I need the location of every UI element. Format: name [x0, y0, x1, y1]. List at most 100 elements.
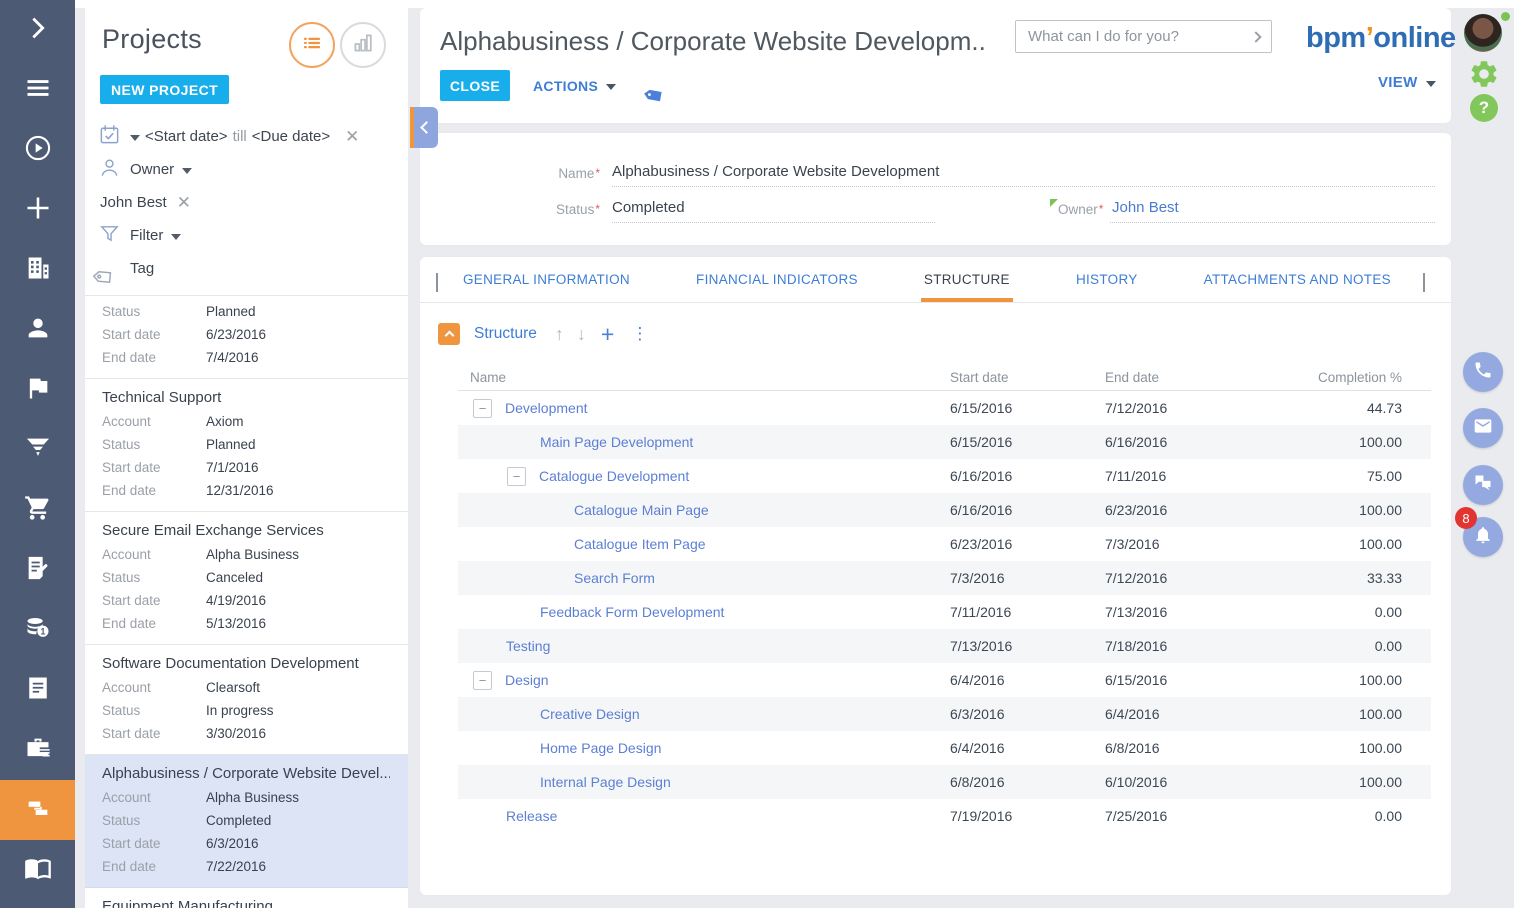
move-up-button[interactable]: ↑: [555, 324, 564, 345]
task-name-link[interactable]: Internal Page Design: [540, 774, 671, 790]
task-name-link[interactable]: Home Page Design: [540, 740, 661, 756]
view-button[interactable]: VIEW: [1378, 74, 1436, 91]
sidebar-item-leads[interactable]: [0, 420, 75, 480]
task-name-link[interactable]: Testing: [506, 638, 550, 654]
tabs-scroll-left-button[interactable]: [436, 273, 438, 291]
sidebar-item-orders[interactable]: [0, 480, 75, 540]
more-options-button[interactable]: ⋮: [631, 324, 648, 344]
table-row[interactable]: −Catalogue Development6/16/20167/11/2016…: [458, 459, 1431, 493]
new-project-button[interactable]: NEW PROJECT: [100, 75, 229, 104]
tab-general-information[interactable]: GENERAL INFORMATION: [463, 257, 630, 302]
chat-button[interactable]: [1463, 465, 1503, 505]
table-row[interactable]: Catalogue Main Page6/16/20166/23/2016100…: [458, 493, 1431, 527]
list-item[interactable]: Software Documentation DevelopmentAccoun…: [85, 645, 408, 755]
collapse-section-button[interactable]: [438, 323, 460, 345]
move-down-button[interactable]: ↓: [577, 324, 586, 345]
actions-button[interactable]: ACTIONS: [533, 70, 616, 101]
close-button[interactable]: CLOSE: [440, 70, 510, 101]
start-date-cell: 6/15/2016: [950, 400, 1105, 416]
field-value: 6/23/2016: [206, 323, 266, 346]
start-date-cell: 7/13/2016: [950, 638, 1105, 654]
name-field-value[interactable]: Alphabusiness / Corporate Website Develo…: [612, 163, 939, 180]
structure-section-header: Structure ↑ ↓ + ⋮: [438, 323, 648, 345]
tab-attachments-and-notes[interactable]: ATTACHMENTS AND NOTES: [1204, 257, 1391, 302]
collapse-row-button[interactable]: −: [507, 467, 526, 486]
date-range-filter[interactable]: <Start date> till <Due date> ✕: [98, 120, 390, 153]
help-button[interactable]: ?: [1470, 94, 1498, 122]
sidebar-item-invoices[interactable]: 1: [0, 600, 75, 660]
structure-table: Name Start date End date Completion % −D…: [458, 365, 1431, 833]
filter-label: Filter: [130, 227, 163, 244]
table-row[interactable]: Feedback Form Development7/11/20167/13/2…: [458, 595, 1431, 629]
sidebar-item-knowledge-base[interactable]: [0, 840, 75, 900]
sidebar-item-expand[interactable]: [0, 0, 75, 60]
search-submit-button[interactable]: [1241, 33, 1271, 41]
list-item[interactable]: Equipment ManufacturingAccountAxiomStatu…: [85, 888, 408, 908]
task-name-link[interactable]: Feedback Form Development: [540, 604, 724, 620]
clear-owner-filter-icon[interactable]: ✕: [177, 193, 191, 213]
sidebar-item-process[interactable]: [0, 120, 75, 180]
task-name-link[interactable]: Release: [506, 808, 557, 824]
tab-structure[interactable]: STRUCTURE: [924, 257, 1010, 302]
table-row[interactable]: Catalogue Item Page6/23/20167/3/2016100.…: [458, 527, 1431, 561]
tag-button[interactable]: [648, 75, 671, 103]
task-name-link[interactable]: Catalogue Main Page: [574, 502, 709, 518]
tab-history[interactable]: HISTORY: [1076, 257, 1138, 302]
email-button[interactable]: [1463, 408, 1503, 448]
user-avatar[interactable]: [1464, 14, 1502, 52]
list-item[interactable]: Technical SupportAccountAxiomStatusPlann…: [85, 379, 408, 512]
list-view-button[interactable]: [289, 22, 335, 68]
task-name-link[interactable]: Catalogue Item Page: [574, 536, 706, 552]
sidebar-item-products[interactable]: [0, 720, 75, 780]
search-input[interactable]: [1016, 28, 1241, 45]
sidebar-item-accounts[interactable]: [0, 240, 75, 300]
list-item[interactable]: Secure Email Exchange ServicesAccountAlp…: [85, 512, 408, 645]
table-row[interactable]: Search Form7/3/20167/12/201633.33: [458, 561, 1431, 595]
sidebar-item-add[interactable]: [0, 180, 75, 240]
list-item[interactable]: StatusPlannedStart date6/23/2016End date…: [85, 296, 408, 379]
list-item[interactable]: Alphabusiness / Corporate Website Devel.…: [85, 755, 408, 888]
task-name-link[interactable]: Catalogue Development: [539, 468, 689, 484]
project-field-row: StatusCanceled: [102, 566, 390, 589]
task-name-link[interactable]: Search Form: [574, 570, 655, 586]
start-date-cell: 6/3/2016: [950, 706, 1105, 722]
tabs-scroll-right-button[interactable]: [1423, 273, 1425, 291]
task-name-link[interactable]: Creative Design: [540, 706, 640, 722]
clear-date-filter-icon[interactable]: ✕: [345, 127, 359, 147]
end-date-cell: 7/12/2016: [1105, 400, 1260, 416]
sidebar-item-menu[interactable]: [0, 60, 75, 120]
collapse-panel-button[interactable]: [414, 107, 438, 148]
sidebar-item-documents[interactable]: [0, 660, 75, 720]
table-row[interactable]: Internal Page Design6/8/20166/10/2016100…: [458, 765, 1431, 799]
filter-menu[interactable]: Filter: [98, 219, 390, 252]
sidebar-item-contacts[interactable]: [0, 300, 75, 360]
table-row[interactable]: Creative Design6/3/20166/4/2016100.00: [458, 697, 1431, 731]
collapse-row-button[interactable]: −: [473, 671, 492, 690]
table-row[interactable]: −Development6/15/20167/12/201644.73: [458, 391, 1431, 425]
table-row[interactable]: −Design6/4/20166/15/2016100.00: [458, 663, 1431, 697]
table-row[interactable]: Home Page Design6/4/20166/8/2016100.00: [458, 731, 1431, 765]
table-row[interactable]: Main Page Development6/15/20166/16/20161…: [458, 425, 1431, 459]
sidebar-item-projects[interactable]: [0, 780, 75, 840]
settings-gear-icon[interactable]: [1468, 58, 1500, 90]
start-date-cell: 6/4/2016: [950, 740, 1105, 756]
collapse-row-button[interactable]: −: [473, 399, 492, 418]
task-name-link[interactable]: Main Page Development: [540, 434, 693, 450]
tab-financial-indicators[interactable]: FINANCIAL INDICATORS: [696, 257, 858, 302]
owner-field-value[interactable]: John Best: [1112, 199, 1179, 216]
task-name-link[interactable]: Design: [505, 672, 549, 688]
owner-filter[interactable]: Owner: [98, 153, 390, 186]
tag-filter[interactable]: Tag: [98, 252, 390, 285]
project-name: Software Documentation Development: [102, 652, 390, 676]
owner-caret-icon: [182, 168, 192, 174]
table-header-row: Name Start date End date Completion %: [458, 365, 1431, 391]
sidebar-item-activities[interactable]: [0, 360, 75, 420]
table-row[interactable]: Release7/19/20167/25/20160.00: [458, 799, 1431, 833]
sidebar-item-contracts[interactable]: [0, 540, 75, 600]
status-field-value[interactable]: Completed: [612, 199, 685, 216]
call-button[interactable]: [1463, 352, 1503, 392]
table-row[interactable]: Testing7/13/20167/18/20160.00: [458, 629, 1431, 663]
task-name-link[interactable]: Development: [505, 400, 588, 416]
add-item-button[interactable]: +: [601, 325, 614, 343]
analytics-view-button[interactable]: [340, 22, 386, 68]
